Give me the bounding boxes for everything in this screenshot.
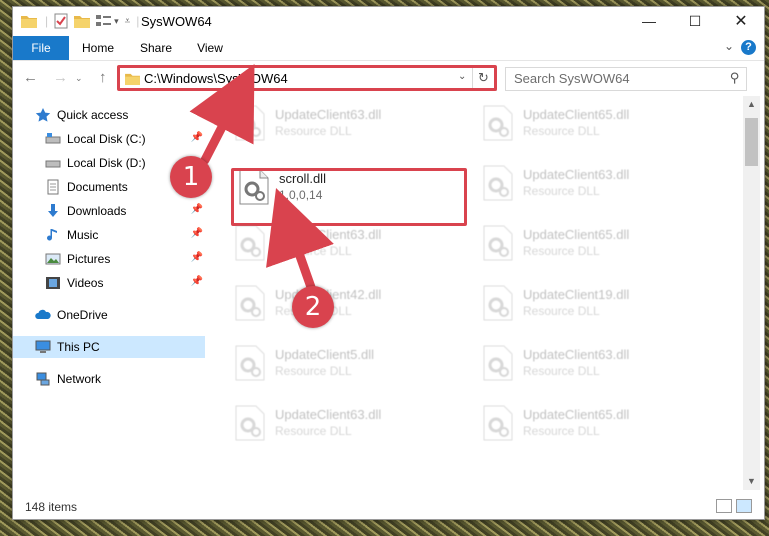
annotation-arrows xyxy=(189,64,334,295)
arrow-to-address-bar xyxy=(189,64,255,165)
step-badge-2: 2 xyxy=(292,286,334,328)
step-badge-1: 1 xyxy=(170,156,212,198)
arrow-to-scroll-dll xyxy=(266,188,334,295)
